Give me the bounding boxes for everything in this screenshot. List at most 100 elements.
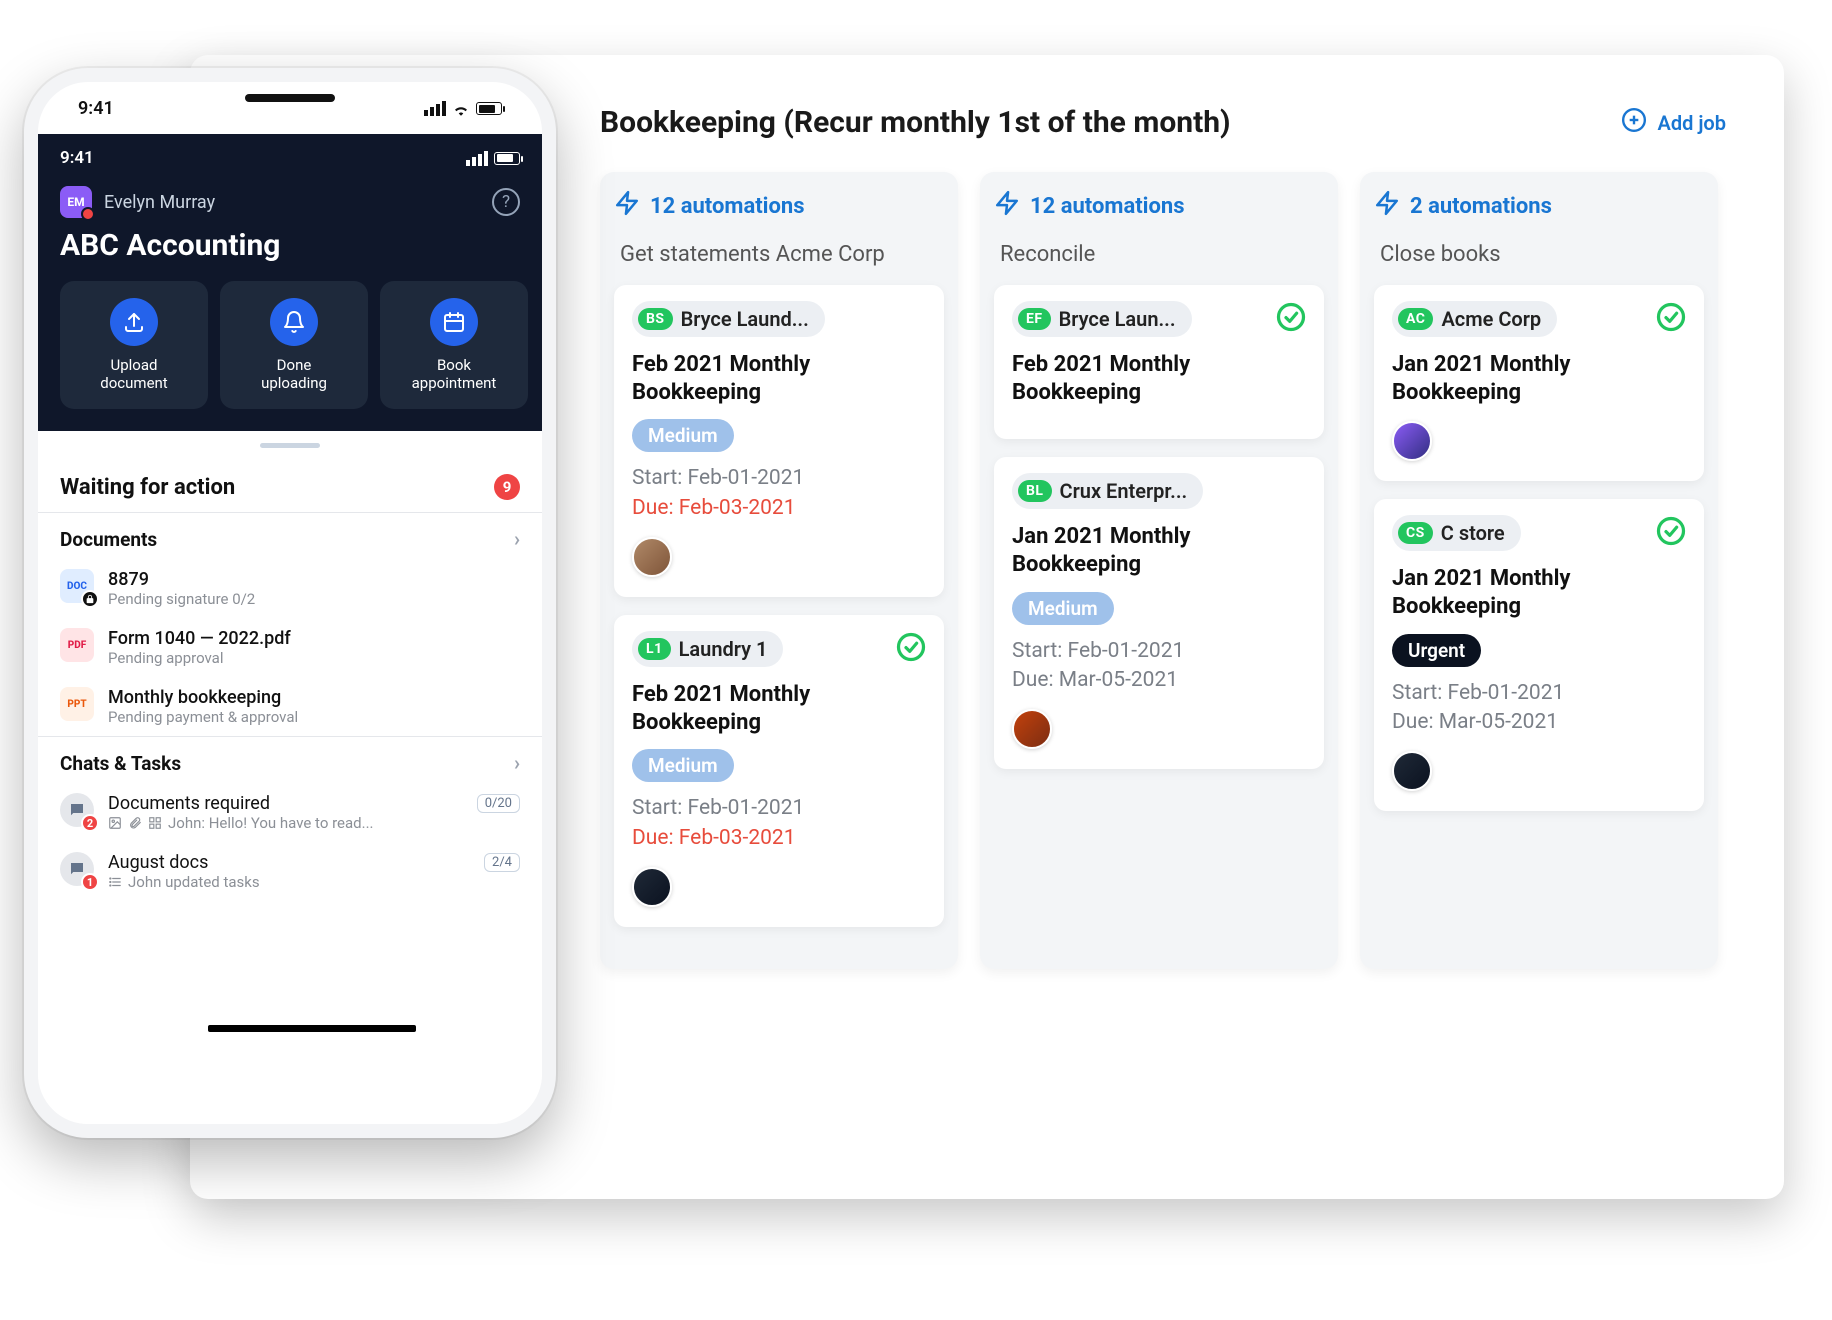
start-date: Start: Feb-01-2021: [632, 794, 926, 823]
account-abbr: AC: [1398, 308, 1433, 330]
account-name: Bryce Laun...: [1059, 307, 1176, 331]
add-job-button[interactable]: Add job: [1621, 107, 1726, 138]
wifi-icon: [452, 102, 470, 116]
job-card[interactable]: AC Acme Corp Jan 2021 Monthly Bookkeepin…: [1374, 285, 1704, 481]
priority-badge: Urgent: [1392, 634, 1481, 667]
automations-label: 12 automations: [1030, 194, 1185, 219]
account-abbr: EF: [1018, 308, 1051, 330]
add-job-label: Add job: [1657, 111, 1726, 135]
document-item[interactable]: PDF Form 1040 — 2022.pdf Pending approva…: [38, 618, 542, 677]
account-name: Crux Enterpr...: [1060, 479, 1188, 503]
battery-icon: [476, 102, 502, 115]
tile-label: Upload document: [100, 356, 167, 392]
account-tag[interactable]: CS C store: [1392, 515, 1521, 551]
automations-link[interactable]: 12 automations: [614, 190, 944, 222]
due-date: Due: Mar-05-2021: [1012, 666, 1306, 695]
document-item[interactable]: PPT Monthly bookkeeping Pending payment …: [38, 677, 542, 736]
assignee-avatar[interactable]: [1392, 421, 1432, 461]
waiting-count-badge: 9: [494, 474, 520, 500]
chat-avatar: 2: [60, 793, 94, 827]
start-date: Start: Feb-01-2021: [1392, 679, 1686, 708]
document-status: Pending signature 0/2: [108, 590, 255, 608]
column-name: Reconcile: [994, 242, 1324, 267]
doc-file-icon: DOC: [60, 569, 94, 603]
documents-header-row[interactable]: Documents ›: [38, 512, 542, 559]
document-status: Pending payment & approval: [108, 708, 298, 726]
unread-badge: 2: [81, 814, 99, 832]
document-title: 8879: [108, 569, 255, 590]
bolt-icon: [1374, 190, 1400, 222]
automations-link[interactable]: 12 automations: [994, 190, 1324, 222]
board-column: 2 automations Close books AC Acme Corp J…: [1360, 172, 1718, 969]
ppt-file-icon: PPT: [60, 687, 94, 721]
action-tile[interactable]: Book appointment: [380, 281, 528, 409]
account-tag[interactable]: L1 Laundry 1: [632, 631, 783, 667]
due-date: Due: Mar-05-2021: [1392, 708, 1686, 737]
outer-time: 9:41: [78, 98, 114, 119]
start-date: Start: Feb-01-2021: [1012, 637, 1306, 666]
automations-label: 12 automations: [650, 194, 805, 219]
document-item[interactable]: DOC 8879 Pending signature 0/2: [38, 559, 542, 618]
account-tag[interactable]: BL Crux Enterpr...: [1012, 473, 1203, 509]
user-name: Evelyn Murray: [104, 192, 215, 213]
automations-link[interactable]: 2 automations: [1374, 190, 1704, 222]
sheet-grip[interactable]: [260, 443, 320, 448]
pdf-file-icon: PDF: [60, 628, 94, 662]
tile-label: Done uploading: [261, 356, 327, 392]
card-title: Jan 2021 Monthly Bookkeeping: [1392, 565, 1686, 621]
chat-title: August docs: [108, 852, 208, 873]
check-circle-icon: [1656, 302, 1686, 336]
check-circle-icon: [1276, 302, 1306, 336]
account-name: C store: [1441, 521, 1505, 545]
phone-header-dark: 9:41 EM Evelyn Murray ? ABC Accounting U…: [38, 134, 542, 431]
redaction-bar: [208, 1025, 416, 1032]
plus-circle-icon: [1621, 107, 1647, 138]
document-status: Pending approval: [108, 649, 291, 667]
chat-progress: 2/4: [484, 853, 520, 872]
board-title: Bookkeeping (Recur monthly 1st of the mo…: [600, 105, 1231, 140]
assignee-avatar[interactable]: [1012, 709, 1052, 749]
start-date: Start: Feb-01-2021: [632, 464, 926, 493]
action-tile[interactable]: Upload document: [60, 281, 208, 409]
board-column: 12 automations Get statements Acme Corp …: [600, 172, 958, 969]
account-abbr: BL: [1018, 480, 1052, 502]
account-tag[interactable]: EF Bryce Laun...: [1012, 301, 1192, 337]
assignee-avatar[interactable]: [632, 867, 672, 907]
phone-mock: 9:41 9:41 EM Evelyn Murray ? ABC Account…: [24, 68, 556, 1138]
job-card[interactable]: BS Bryce Laund... Feb 2021 Monthly Bookk…: [614, 285, 944, 597]
assignee-avatar[interactable]: [632, 537, 672, 577]
upload-icon: [110, 298, 158, 346]
assignee-avatar[interactable]: [1392, 751, 1432, 791]
account-name: Laundry 1: [679, 637, 768, 661]
help-icon[interactable]: ?: [492, 188, 520, 216]
user-avatar-chip[interactable]: EM: [60, 186, 92, 218]
phone-outer-statusbar: 9:41: [38, 98, 542, 119]
job-card[interactable]: BL Crux Enterpr... Jan 2021 Monthly Book…: [994, 457, 1324, 769]
column-name: Close books: [1374, 242, 1704, 267]
bell-icon: [270, 298, 318, 346]
chats-header-row[interactable]: Chats & Tasks ›: [38, 736, 542, 783]
card-title: Feb 2021 Monthly Bookkeeping: [1012, 351, 1306, 407]
documents-header: Documents: [60, 528, 157, 551]
due-date: Due: Feb-03-2021: [632, 824, 926, 853]
account-name: Bryce Laund...: [681, 307, 809, 331]
account-tag[interactable]: BS Bryce Laund...: [632, 301, 825, 337]
card-title: Feb 2021 Monthly Bookkeeping: [632, 351, 926, 407]
account-abbr: L1: [638, 638, 671, 660]
signal-icon: [466, 151, 488, 166]
chat-item[interactable]: 1 August docs 2/4 John updated tasks: [38, 842, 542, 901]
chat-progress: 0/20: [477, 794, 520, 813]
job-card[interactable]: L1 Laundry 1 Feb 2021 Monthly Bookkeepin…: [614, 615, 944, 927]
chat-avatar: 1: [60, 852, 94, 886]
action-tile[interactable]: Done uploading: [220, 281, 368, 409]
board-column: 12 automations Reconcile EF Bryce Laun..…: [980, 172, 1338, 969]
document-title: Monthly bookkeeping: [108, 687, 298, 708]
chat-preview: John updated tasks: [108, 873, 520, 891]
job-card[interactable]: CS C store Jan 2021 Monthly Bookkeeping U…: [1374, 499, 1704, 811]
account-tag[interactable]: AC Acme Corp: [1392, 301, 1557, 337]
job-card[interactable]: EF Bryce Laun... Feb 2021 Monthly Bookke…: [994, 285, 1324, 439]
chat-item[interactable]: 2 Documents required 0/20 John: Hello! Y…: [38, 783, 542, 842]
tile-label: Book appointment: [412, 356, 497, 392]
signal-icon: [424, 101, 446, 116]
priority-badge: Medium: [1012, 592, 1114, 625]
